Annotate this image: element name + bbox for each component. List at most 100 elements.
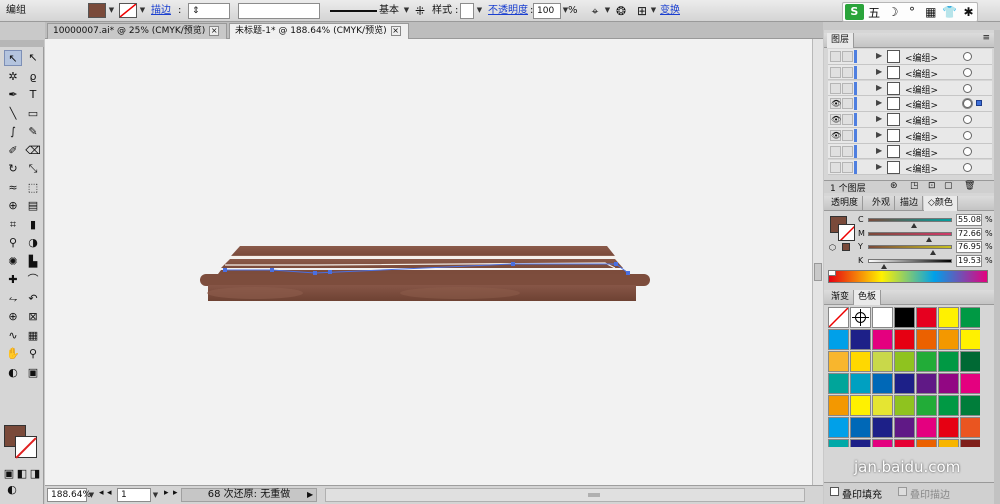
locate-object-icon[interactable]: ⊛ [890,181,898,191]
color-swatch[interactable] [894,417,915,438]
color-swatch[interactable] [938,395,959,416]
style-swatch[interactable] [460,3,474,19]
last-artboard-icon[interactable]: ▸ [173,488,178,498]
moon-icon[interactable]: ☽ [885,5,902,19]
color-swatch[interactable] [872,373,893,394]
color-swatch[interactable] [894,307,915,328]
overprint-fill-checkbox[interactable] [830,487,839,496]
channel-slider[interactable] [868,218,952,222]
eye-icon[interactable] [830,161,841,173]
color-swatch[interactable] [850,439,871,447]
color-swatch[interactable] [960,439,980,447]
layer-row[interactable]: 👁 ▶ <编组> [828,112,992,128]
expand-triangle-icon[interactable]: ▶ [876,162,882,171]
channel-value[interactable]: 72.66 [956,227,982,240]
color-swatch[interactable] [828,373,849,394]
slice-tool[interactable]: ⊠ [24,309,42,325]
reshape-tool[interactable]: ↶ [24,291,42,307]
color-swatch[interactable] [938,329,959,350]
color-stroke-swatch[interactable] [838,224,855,241]
variable-width-field[interactable] [238,3,320,19]
channel-value[interactable]: 76.95 [956,241,982,253]
canvas-area[interactable] [45,39,812,485]
shape-builder-tool[interactable]: ⊕ [4,198,22,214]
scale-tool[interactable]: ⤡ [24,161,42,177]
target-circle-icon[interactable] [963,99,972,109]
tab-document-2[interactable]: 未标题-1* @ 188.64% (CMYK/预览) × [229,23,409,39]
warp-tool[interactable]: ≈ [4,180,22,196]
color-spectrum[interactable] [828,270,988,283]
direct-selection-tool[interactable]: ↖ [24,50,42,66]
layer-row[interactable]: ▶ <编组> [828,159,992,176]
color-swatch[interactable] [894,373,915,394]
eye-icon[interactable]: 👁 [830,130,841,141]
expand-triangle-icon[interactable]: ▶ [876,83,882,92]
tab-transparency[interactable]: 透明度 [827,196,864,211]
chevron-down-icon[interactable]: ▼ [475,3,484,18]
color-swatch[interactable] [828,395,849,416]
perspective-grid-tool[interactable]: ▤ [24,198,42,214]
lock-toggle[interactable] [842,145,853,157]
color-swatch[interactable] [960,351,980,372]
color-swatch[interactable] [828,329,849,350]
eraser-tool[interactable]: ⌫ [24,143,42,159]
draw-inside-icon[interactable]: ◨ [29,466,41,482]
new-sublayer-icon[interactable]: ⊡ [928,181,936,191]
target-circle-icon[interactable] [963,83,972,93]
tab-swatches[interactable]: 色板 [854,290,882,305]
color-swatch[interactable] [916,417,937,438]
recolor-icon[interactable]: ❂ [613,3,629,19]
skin-icon[interactable]: 👕 [941,5,958,19]
eye-icon[interactable]: 👁 [830,114,841,126]
width-tool[interactable]: ⥊ [4,291,22,307]
horizontal-scrollbar[interactable] [325,488,805,502]
target-circle-icon[interactable] [963,146,972,156]
tab-layers[interactable]: 图层 [827,33,855,48]
scroll-thumb[interactable] [814,263,822,281]
expand-triangle-icon[interactable]: ▶ [876,51,882,60]
eye-icon[interactable] [830,51,841,62]
mesh-tool[interactable]: ⌗ [4,217,22,233]
color-swatch[interactable] [872,395,893,416]
lasso-tool[interactable]: ϱ [24,69,42,85]
chevron-down-icon[interactable]: ▼ [603,3,612,18]
default-colors-icon[interactable]: ⬡ [829,243,836,252]
tab-appearance[interactable]: 外观 [868,196,896,211]
first-artboard-icon[interactable]: ◂ [99,488,104,498]
tab-gradient[interactable]: 渐变 [827,290,855,305]
chevron-down-icon[interactable]: ▼ [649,3,658,18]
stroke-link[interactable]: 描边 [151,3,171,19]
pen-tool[interactable]: ✒ [4,87,22,103]
expand-triangle-icon[interactable]: ▶ [876,98,882,107]
target-circle-icon[interactable] [963,67,972,77]
rectangle-tool[interactable]: ▭ [24,106,42,122]
chevron-down-icon[interactable]: ▼ [151,488,160,502]
scroll-thumb[interactable] [588,493,600,497]
blend-tool[interactable]: ◑ [24,235,42,251]
transparency-mask-tool[interactable]: ◐ [4,365,22,381]
color-swatch[interactable] [938,307,959,328]
color-swatch[interactable] [872,351,893,372]
artwork[interactable] [45,39,812,485]
anchor-add-tool[interactable]: ✚ [4,272,22,288]
color-swatch[interactable] [828,417,849,438]
chevron-down-icon[interactable]: ▼ [138,3,147,18]
panel-scrollbar[interactable] [994,30,1000,504]
lock-toggle[interactable] [842,51,853,62]
draw-behind-icon[interactable]: ◧ [16,466,28,482]
eye-icon[interactable]: 👁 [830,98,841,110]
color-swatch[interactable] [894,439,915,447]
pencil-tool[interactable]: ✎ [24,124,42,140]
eye-icon[interactable] [830,66,841,78]
anchor-convert-tool[interactable]: ⌒ [24,272,42,288]
column-graph-tool[interactable]: ▙ [24,254,42,270]
no-stroke-icon[interactable] [119,3,137,18]
color-swatch[interactable] [916,329,937,350]
wood-plank-top[interactable] [231,246,615,256]
last-color-swatch[interactable] [842,243,850,251]
color-swatch[interactable] [850,395,871,416]
target-circle-icon[interactable] [963,131,972,140]
channel-slider[interactable] [868,245,952,249]
next-artboard-icon[interactable]: ▸ [164,488,169,498]
lock-toggle[interactable] [842,82,853,94]
